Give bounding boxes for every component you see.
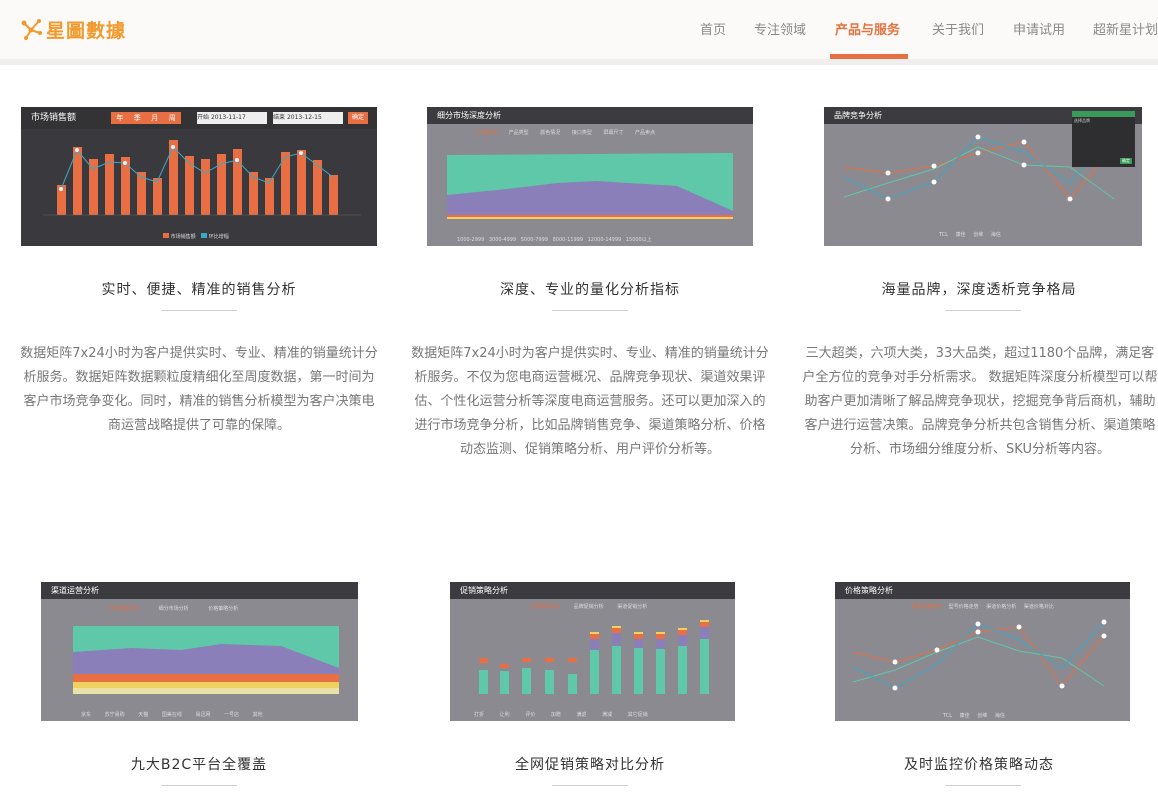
legend-item: TCL (943, 713, 953, 719)
card-title-channel: 九大B2C平台全覆盖 (130, 757, 268, 773)
legend-item: 天猫 (138, 712, 149, 718)
nav-supernova-plan[interactable]: 超新星计划 (1093, 19, 1158, 38)
logo-text: 星圖數據 (46, 19, 127, 42)
panel-title: 选择品牌 (1074, 118, 1090, 123)
legend-item: 海信 (994, 713, 1005, 719)
segment-legend: 1000-2999 3000-4999 5000-7999 8000-11999… (457, 236, 652, 243)
title-rule (552, 310, 628, 311)
legend-item: 康佳 (959, 713, 970, 719)
brand-legend: TCL 康佳 创维 海信 (939, 231, 1001, 238)
legend-item: 苏宁易购 (104, 712, 125, 718)
legend-item: 一号店 (224, 712, 240, 718)
title-rule (945, 785, 1021, 786)
card-title-price: 及时监控价格策略动态 (904, 757, 1054, 773)
title-rule (161, 310, 237, 311)
legend-item: TCL (939, 232, 949, 238)
nav-apply-trial[interactable]: 申请试用 (1013, 19, 1065, 38)
nav-focus-areas[interactable]: 专注领域 (754, 19, 806, 38)
legend-item: 满返 (576, 712, 587, 718)
channel-legend: 京东 苏宁易购 天猫 国美在线 易迅网 一号店 其他 (81, 711, 263, 718)
legend-item: 15000以上 (625, 237, 652, 243)
card-desc-sales: 数据矩阵7x24小时为客户提供实时、专业、精准的销量统计分析服务。数据矩阵数据颗… (20, 346, 378, 433)
legend-item: 加赠 (550, 712, 561, 718)
segment-area-chart (447, 153, 733, 219)
legend-item: 打折 (474, 712, 485, 718)
price-legend: TCL 康佳 创维 海信 (943, 712, 1005, 719)
legend-item: 评价 (525, 712, 536, 718)
legend-item: 国美在线 (161, 712, 182, 718)
legend-item: 京东 (81, 712, 92, 718)
star-network-icon (21, 19, 42, 40)
legend-item: 1000-2999 (457, 237, 485, 243)
segment-analysis-screenshot: 细分市场深度分析 价格区间 产品类型 颜色情况 接口类型 屏幕尺寸 产品卖点 1… (427, 107, 753, 246)
header-divider (0, 59, 1158, 65)
sales-legend: 市场销售额 环比增幅 (163, 233, 229, 240)
legend-item: 海信 (990, 232, 1001, 238)
price-strategy-screenshot: 价格策略分析 品牌价格趋势 型号价格走势 渠道价格分析 渠道价格对比 TCL 康… (835, 582, 1130, 721)
legend-growth: 环比增幅 (208, 234, 229, 240)
legend-item: 其他 (252, 712, 263, 718)
title-rule (552, 785, 628, 786)
card-desc-brand: 三大超类，六项大类，33大品类，超过1180个品牌，满足客户全方位的竞争对手分析… (802, 346, 1158, 457)
card-title-sales: 实时、便捷、精准的销售分析 (101, 282, 297, 298)
brand-select-panel[interactable]: 选择品牌 确定 (1072, 111, 1135, 167)
title-rule (161, 785, 237, 786)
sales-analysis-screenshot: 市场销售额 年 季 月 周 开始 2013-11-17 结束 2013-12-1… (21, 107, 377, 246)
brand-competition-screenshot: 品牌竞争分析 选择品牌 确定 TCL 康佳 创维 海信 (824, 107, 1142, 246)
legend-item: 创维 (977, 713, 988, 719)
nav-home[interactable]: 首页 (700, 19, 726, 38)
legend-item: 易迅网 (195, 712, 211, 718)
card-title-segment: 深度、专业的量化分析指标 (500, 282, 680, 298)
card-title-promotion: 全网促销策略对比分析 (515, 757, 665, 773)
legend-item: 创维 (973, 232, 984, 238)
nav-products-services[interactable]: 产品与服务 (835, 19, 900, 38)
card-title-brand: 海量品牌，深度透析竞争格局 (881, 282, 1077, 298)
legend-item: 3000-4999 (488, 237, 517, 243)
promotion-legend: 打折 让利 评价 加赠 满返 满减 其它促销 (474, 711, 648, 718)
promotion-bar-chart (479, 620, 709, 694)
legend-item: 其它促销 (627, 712, 648, 718)
site-header: 星圖數據 首页 专注领域 产品与服务 关于我们 申请试用 超新星计划 (0, 0, 1158, 59)
promotion-analysis-screenshot: 促销策略分析 全网促销分析 品牌促销分析 渠道促销分析 打折 让利 评价 加赠 … (450, 582, 735, 721)
nav-about-us[interactable]: 关于我们 (932, 19, 984, 38)
title-rule (945, 310, 1021, 311)
legend-item: 让利 (499, 712, 510, 718)
legend-item: 12000-14999 (587, 237, 622, 243)
channel-analysis-screenshot: 渠道运营分析 市场份额分析 细分市场分析 价格策略分析 京东 苏宁易购 天猫 国… (41, 582, 358, 721)
sales-bar-chart (43, 140, 361, 216)
legend-item: 满减 (602, 712, 613, 718)
price-line-chart (852, 619, 1107, 691)
logo[interactable]: 星圖數據 (20, 14, 126, 44)
legend-item: 康佳 (955, 232, 966, 238)
channel-area-chart (73, 626, 339, 694)
card-desc-segment: 数据矩阵7x24小时为客户提供实时、专业、精准的销量统计分析服务。不仅为您电商运… (411, 346, 769, 457)
legend-item: 8000-11999 (552, 237, 584, 243)
legend-sales: 市场销售额 (170, 234, 196, 240)
legend-item: 5000-7999 (520, 237, 548, 243)
panel-confirm-button[interactable]: 确定 (1120, 158, 1132, 164)
